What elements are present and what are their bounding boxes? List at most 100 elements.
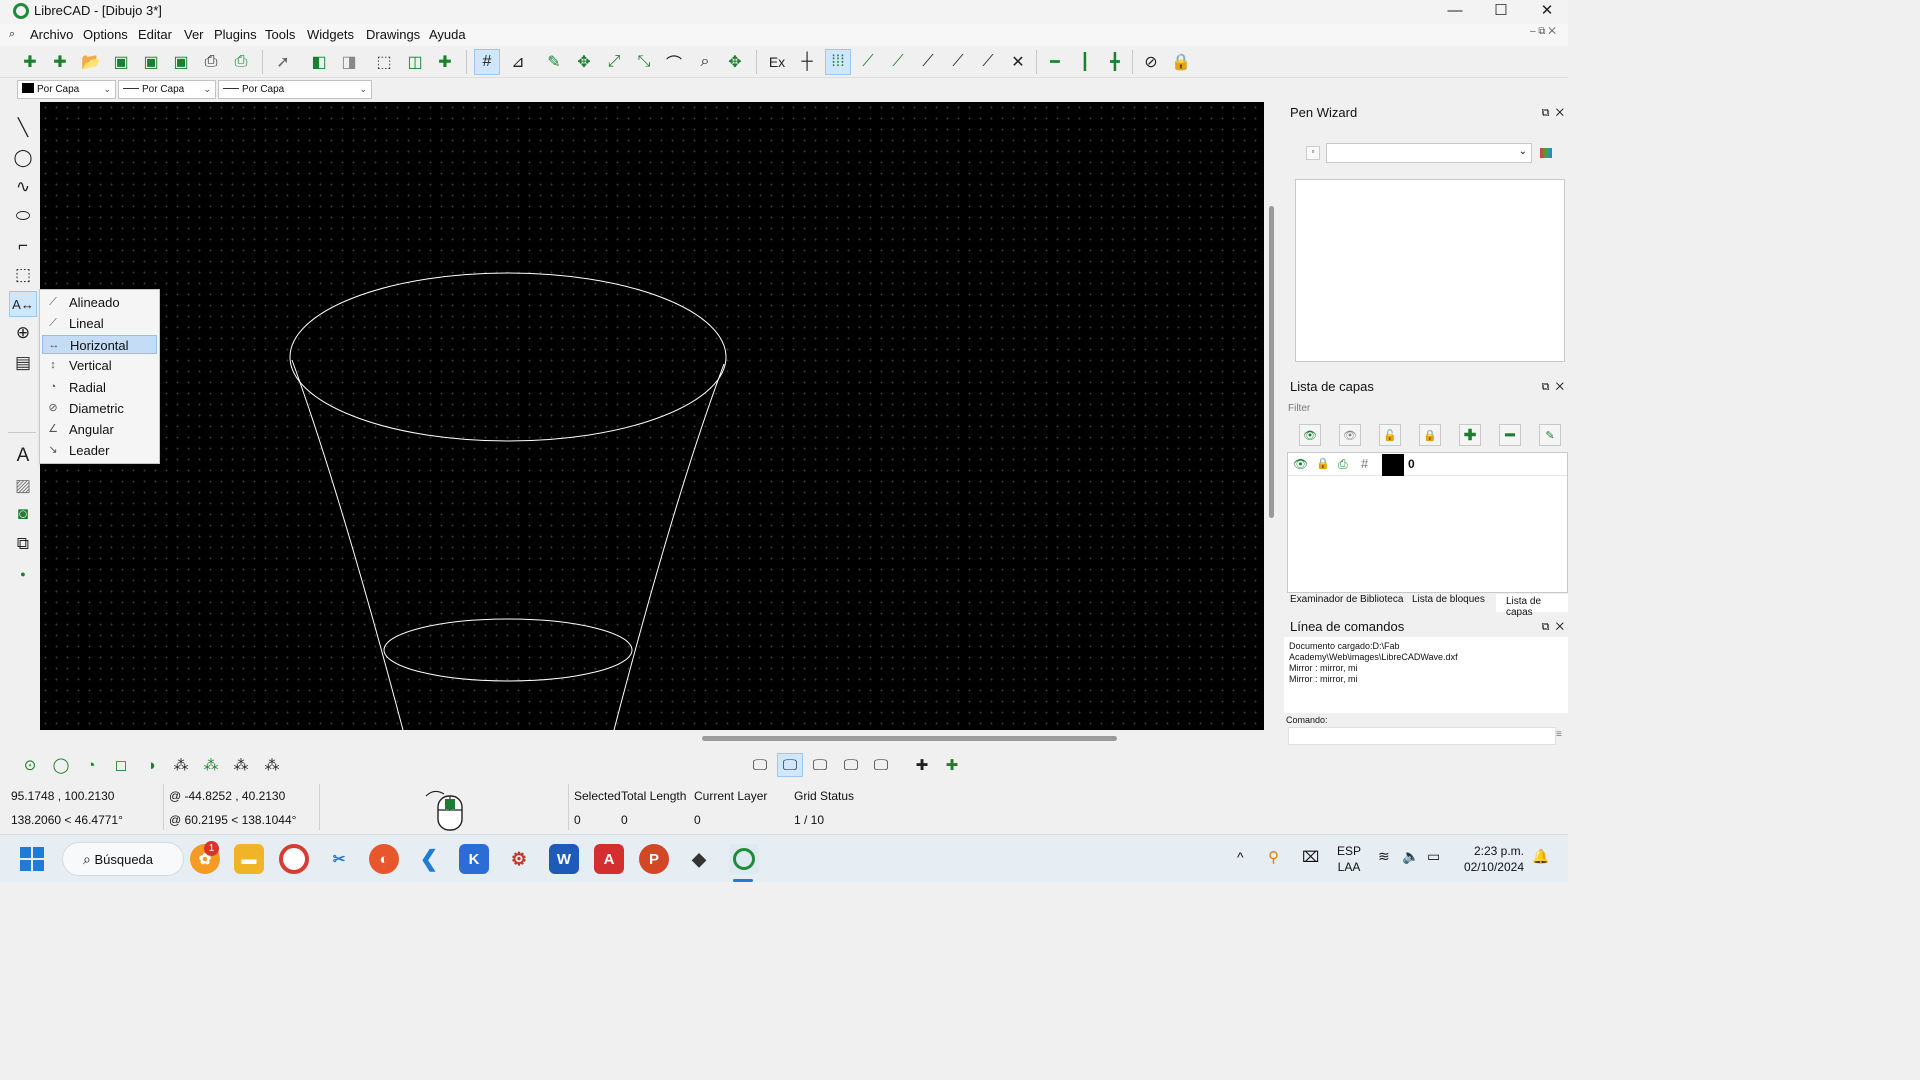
open-file-icon[interactable]: 📂 [78, 49, 104, 75]
zoom-redraw-icon[interactable]: ✥ [571, 49, 597, 75]
scroll-thumb[interactable] [1269, 206, 1274, 518]
snap-arc-icon[interactable]: ◔ [78, 753, 104, 777]
unlock-all-layers-icon[interactable]: 🔓 [1379, 424, 1401, 446]
view-mode-2-icon[interactable]: 🖵 [777, 753, 803, 777]
vertical-scrollbar[interactable] [1264, 102, 1280, 730]
print-icon[interactable]: ⎙ [198, 49, 224, 75]
edit-layer-icon[interactable]: ✎ [1539, 424, 1561, 446]
layer-construction-icon[interactable]: # [1361, 456, 1368, 471]
top-ellipse[interactable] [289, 272, 727, 442]
settings-gear-icon[interactable]: ⚙ [504, 844, 534, 874]
color-picker-icon[interactable] [1540, 148, 1552, 158]
select-pointer-icon[interactable]: ➚ [270, 49, 296, 75]
bottom-ellipse[interactable] [383, 618, 633, 682]
redo-icon[interactable]: ◨ [336, 49, 362, 75]
librecad-taskbar-icon[interactable] [729, 844, 759, 874]
snap-free-icon[interactable]: ┼ [794, 49, 820, 75]
kicad-icon[interactable]: K [459, 844, 489, 874]
pen-color-select[interactable]: Por Capa ⌄ [17, 80, 116, 99]
circle-tool-icon[interactable]: ◯ [9, 145, 37, 171]
snap-distance-icon[interactable]: ⟋ [975, 49, 1001, 75]
menu-ver[interactable]: Ver [184, 27, 204, 42]
right-profile-line[interactable] [613, 363, 725, 730]
lock-relative-zero-icon[interactable]: 🔒 [1168, 49, 1194, 75]
command-menu-icon[interactable]: ≡ [1556, 729, 1562, 740]
menu-item-radial[interactable]: ◔ Radial [42, 378, 157, 397]
show-hidden-icons[interactable]: ^ [1237, 849, 1244, 865]
snap-center-icon[interactable]: ⟋ [915, 49, 941, 75]
add-block-icon[interactable]: ✚ [909, 753, 935, 777]
new-from-template-icon[interactable]: ✚ [47, 49, 73, 75]
snap-tangent-icon[interactable]: ◑ [138, 753, 164, 777]
point-tool-icon[interactable]: ● [9, 561, 37, 587]
left-profile-line[interactable] [291, 359, 404, 730]
menu-item-diametric[interactable]: ⊘ Diametric [42, 399, 157, 418]
maximize-button[interactable]: ☐ [1478, 0, 1524, 24]
pen-linetype-select[interactable]: Por Capa ⌄ [218, 80, 372, 99]
menu-drawings[interactable]: Drawings [366, 27, 420, 42]
search-tray-icon[interactable]: ⚲ [1268, 848, 1279, 866]
snap-point-icon[interactable]: ⊙ [17, 753, 43, 777]
tab-layer-list[interactable]: Lista de capas [1496, 594, 1568, 618]
dock-float-close-icons[interactable]: ⧉ ✕ [1542, 377, 1564, 397]
view-mode-5-icon[interactable]: 🖵 [868, 753, 894, 777]
layer-print-icon[interactable]: ⎙ [1338, 457, 1348, 472]
lock-all-layers-icon[interactable]: 🔒 [1419, 424, 1441, 446]
drawing-canvas[interactable] [40, 102, 1264, 730]
snap-intersection-icon[interactable]: ✕ [1005, 49, 1031, 75]
menu-item-leader[interactable]: ↘ Leader [42, 441, 157, 460]
file-explorer-icon[interactable]: ▬ [234, 844, 264, 874]
text-tool-icon[interactable]: A [9, 443, 37, 469]
paste-icon[interactable]: ✚ [432, 49, 458, 75]
remove-layer-icon[interactable]: ━ [1499, 424, 1521, 446]
layer-row[interactable]: 👁 🔒 ⎙ # 0 [1288, 454, 1567, 476]
vscode-icon[interactable]: ❮ [414, 844, 444, 874]
word-icon[interactable]: W [549, 844, 579, 874]
snap-middle-icon[interactable]: ⟋ [945, 49, 971, 75]
scroll-thumb[interactable] [702, 736, 1117, 741]
menu-item-horizontal[interactable]: ↔ Horizontal [42, 335, 157, 354]
snap-grouped-icon[interactable]: ⁂ [198, 753, 224, 777]
grid-toggle-icon[interactable]: # [474, 49, 500, 75]
menu-archivo[interactable]: Archivo [30, 27, 73, 42]
add-layer-icon[interactable]: ✚ [1459, 424, 1481, 446]
inkscape-icon[interactable]: ◆ [684, 844, 714, 874]
wifi-icon[interactable]: ≋ [1378, 848, 1390, 865]
select-tool-icon[interactable]: ⬚ [9, 262, 37, 288]
new-file-icon[interactable]: ✚ [17, 49, 43, 75]
menu-tools[interactable]: Tools [265, 27, 295, 42]
relative-zero-icon[interactable]: ⊘ [1138, 49, 1164, 75]
snap-circle-icon[interactable]: ◯ [48, 753, 74, 777]
layer-lock-icon[interactable]: 🔒 [1316, 457, 1330, 470]
snap-on-entity-icon[interactable]: ⟋ [885, 49, 911, 75]
layer-visible-icon[interactable]: 👁 [1293, 457, 1308, 471]
taskbar-search[interactable]: ⌕ Búsqueda [62, 842, 184, 876]
menu-item-aligned[interactable]: ⟋ Alineado [42, 293, 157, 312]
dock-float-close-icons[interactable]: ⧉ ✕ [1542, 617, 1564, 637]
print-preview-icon[interactable]: ⎙ [228, 49, 254, 75]
restrict-vertical-icon[interactable]: ┃ [1072, 49, 1098, 75]
draft-icon[interactable]: ✎ [541, 49, 567, 75]
menu-plugins[interactable]: Plugins [214, 27, 257, 42]
curve-tool-icon[interactable]: ∿ [9, 174, 37, 200]
undo-icon[interactable]: ◧ [306, 49, 332, 75]
command-input[interactable] [1288, 727, 1556, 745]
block-tool-icon[interactable]: ⧉ [9, 531, 37, 557]
app-menu-icon[interactable]: ⌕ [9, 28, 15, 41]
view-mode-3-icon[interactable]: 🖵 [807, 753, 833, 777]
zoom-out-icon[interactable]: ⤡ [631, 49, 657, 75]
menu-item-vertical[interactable]: ↕ Vertical [42, 356, 157, 375]
save-icon[interactable]: ▣ [108, 49, 134, 75]
battery-icon[interactable]: ▭ [1427, 848, 1440, 865]
copy-icon[interactable]: ◫ [402, 49, 428, 75]
ellipse-tool-icon[interactable]: ⬭ [9, 203, 37, 229]
image-tool-icon[interactable]: ◙ [9, 501, 37, 527]
dimension-tool-icon[interactable]: A↔ [9, 291, 37, 317]
hatch-tool-icon[interactable]: ▨ [9, 473, 37, 499]
snap-exclusive-button[interactable]: Ex [764, 49, 790, 75]
windows-start-icon[interactable] [20, 847, 44, 871]
tab-library-browser[interactable]: Examinador de Biblioteca [1290, 594, 1403, 612]
info-tool-icon[interactable]: ▤ [9, 350, 37, 376]
close-window-button[interactable]: ✕ [1524, 0, 1570, 24]
brave-like-icon[interactable]: ◐ [369, 844, 399, 874]
